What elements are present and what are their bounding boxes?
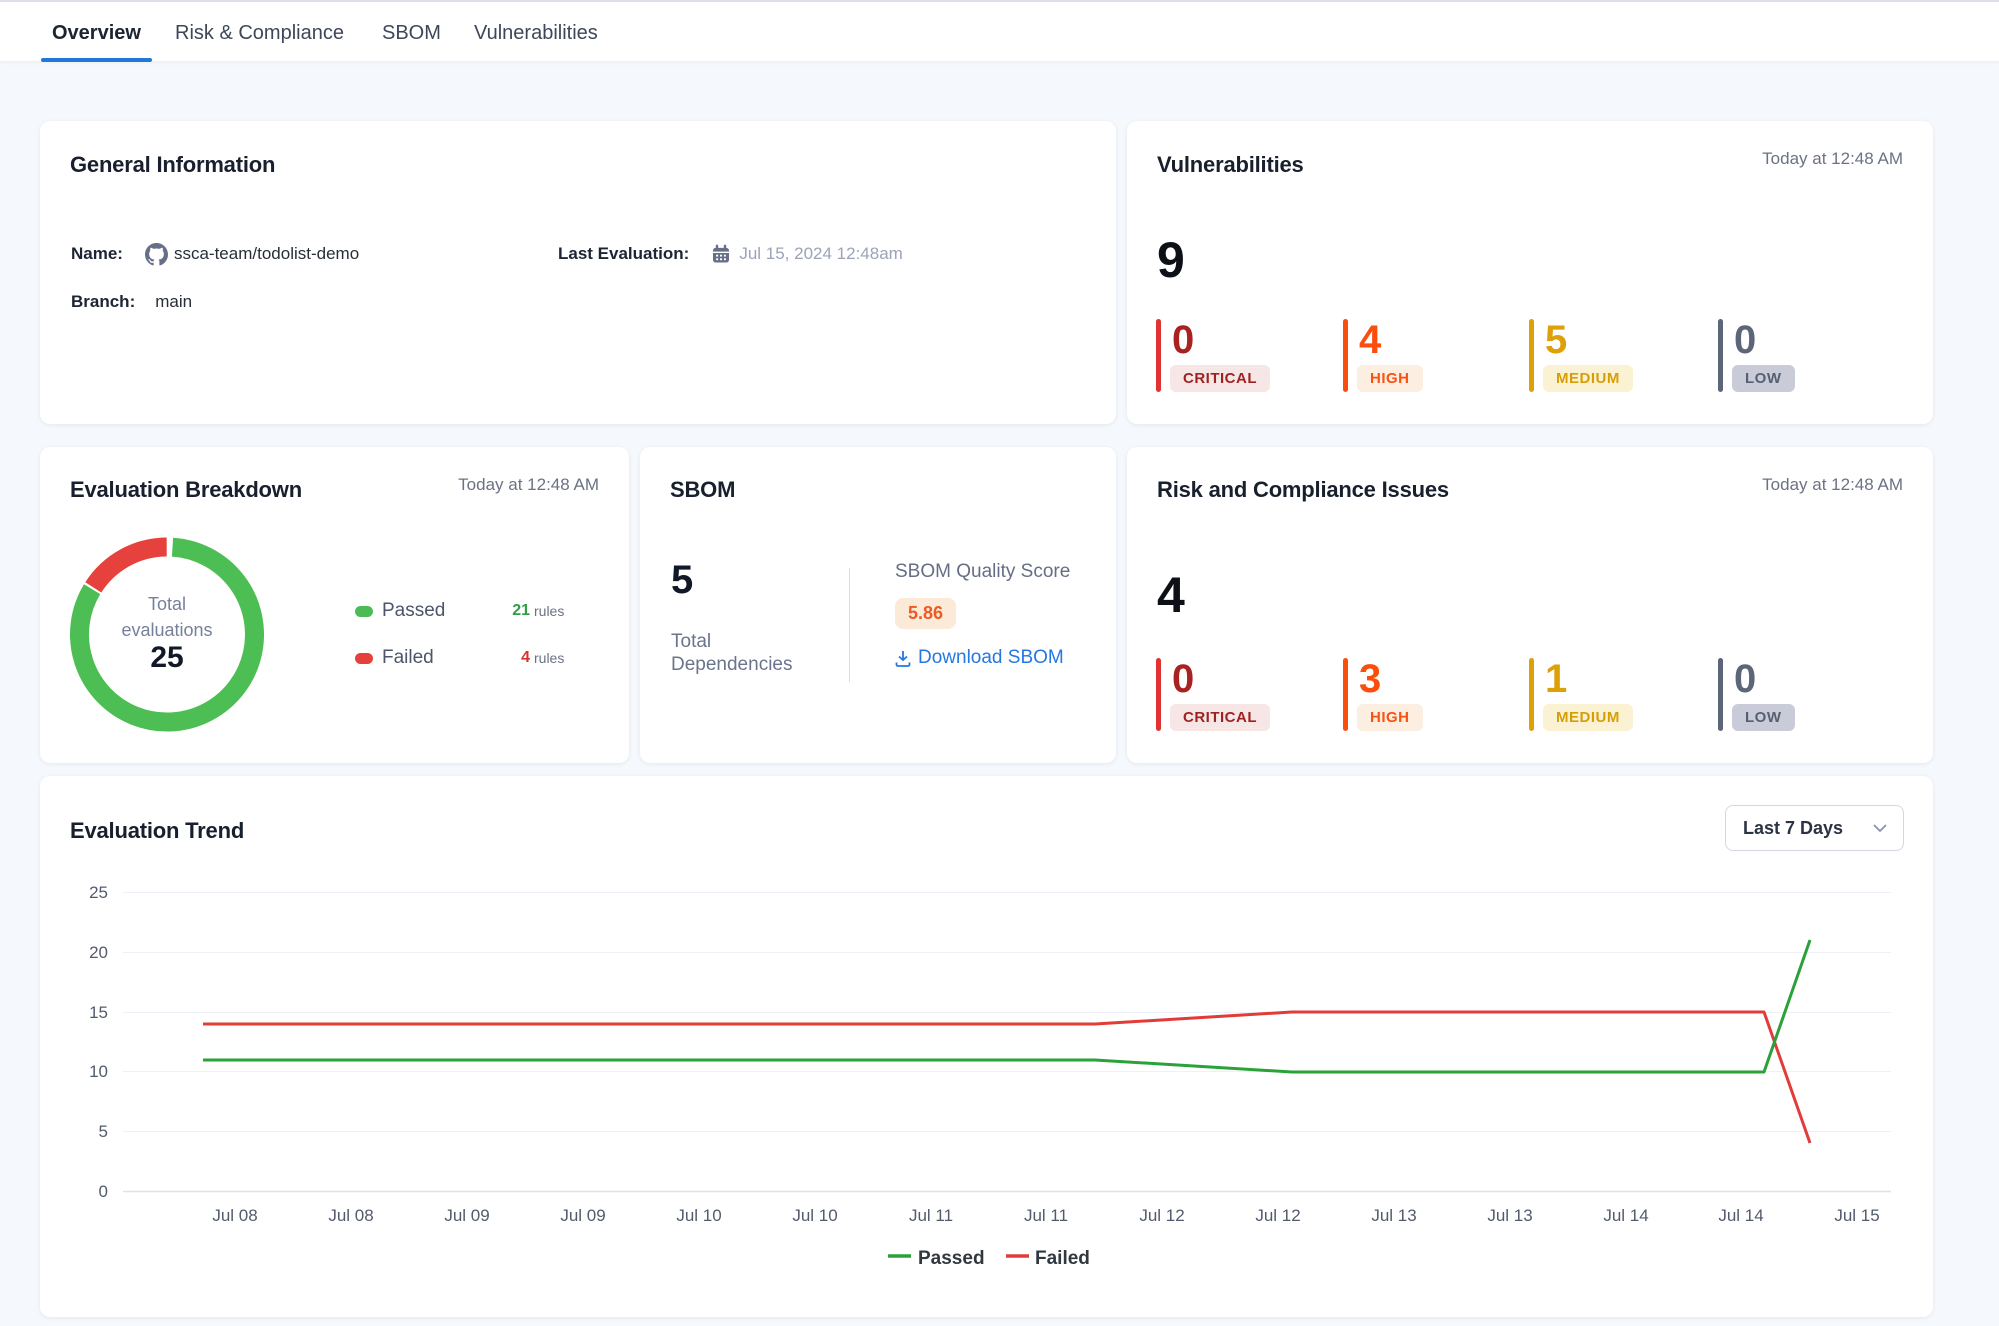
svg-text:Passed: Passed xyxy=(918,1248,985,1269)
svg-text:10: 10 xyxy=(89,1062,108,1081)
svg-text:Jul 13: Jul 13 xyxy=(1487,1206,1532,1225)
svg-text:Jul 08: Jul 08 xyxy=(212,1206,257,1225)
svg-text:25: 25 xyxy=(89,883,108,902)
svg-text:Jul 12: Jul 12 xyxy=(1255,1206,1300,1225)
svg-text:Jul 14: Jul 14 xyxy=(1603,1206,1648,1225)
svg-text:Jul 15: Jul 15 xyxy=(1834,1206,1879,1225)
svg-text:Jul 10: Jul 10 xyxy=(792,1206,837,1225)
svg-text:Jul 11: Jul 11 xyxy=(909,1206,953,1225)
svg-text:Jul 10: Jul 10 xyxy=(676,1206,721,1225)
svg-text:0: 0 xyxy=(99,1182,108,1201)
svg-text:Jul 12: Jul 12 xyxy=(1139,1206,1184,1225)
svg-text:Jul 14: Jul 14 xyxy=(1718,1206,1763,1225)
svg-text:Jul 09: Jul 09 xyxy=(560,1206,605,1225)
svg-text:Jul 13: Jul 13 xyxy=(1371,1206,1416,1225)
svg-text:20: 20 xyxy=(89,943,108,962)
svg-text:5: 5 xyxy=(99,1122,108,1141)
svg-text:15: 15 xyxy=(89,1003,108,1022)
svg-text:Jul 09: Jul 09 xyxy=(444,1206,489,1225)
svg-text:Failed: Failed xyxy=(1035,1248,1090,1269)
svg-text:Jul 11: Jul 11 xyxy=(1024,1206,1068,1225)
svg-text:Jul 08: Jul 08 xyxy=(328,1206,373,1225)
